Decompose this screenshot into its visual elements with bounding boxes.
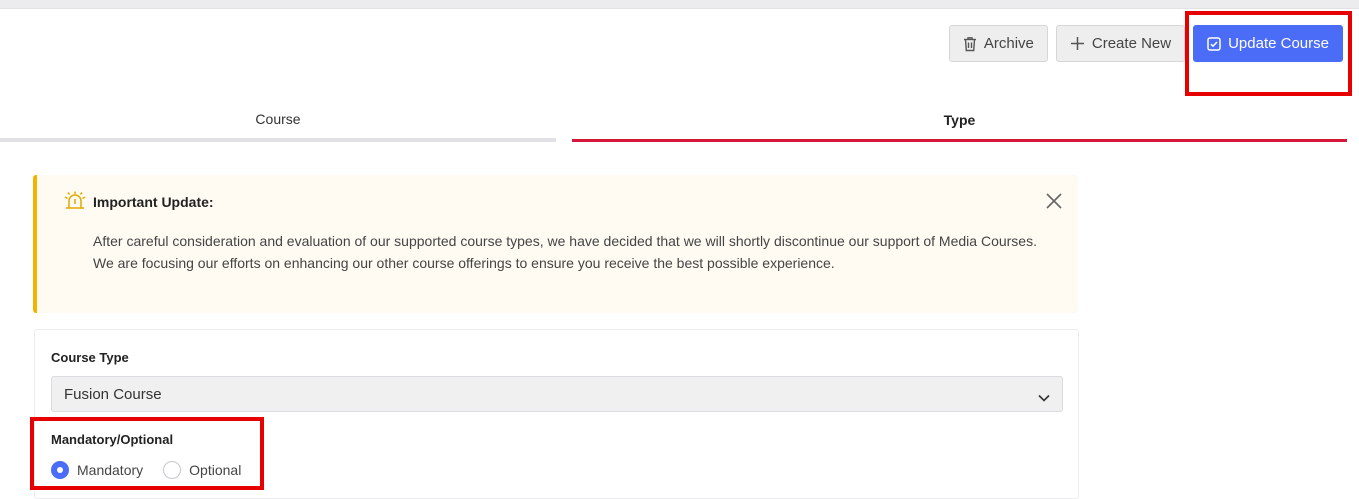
archive-button[interactable]: Archive xyxy=(948,25,1048,62)
archive-label: Archive xyxy=(983,35,1034,52)
tab-type-label: Type xyxy=(943,111,976,128)
update-course-button[interactable]: Update Course xyxy=(1193,25,1343,62)
radio-optional-indicator[interactable] xyxy=(163,461,182,479)
course-type-select[interactable]: Fusion Course xyxy=(51,376,1063,412)
create-new-button[interactable]: Create New xyxy=(1055,25,1186,62)
top-strip xyxy=(0,0,1359,9)
mandatory-optional-radio-group: Mandatory Optional xyxy=(51,461,241,479)
trash-icon xyxy=(963,36,977,52)
chevron-down-icon xyxy=(1038,389,1050,406)
radio-mandatory-indicator[interactable] xyxy=(51,461,69,479)
tab-bar: Course Type xyxy=(0,100,1359,144)
radio-mandatory-label: Mandatory xyxy=(77,462,144,478)
siren-icon xyxy=(63,191,87,216)
update-course-label: Update Course xyxy=(1228,35,1329,52)
toolbar: Archive Create New Update Course xyxy=(948,25,1343,62)
checkbox-check-icon xyxy=(1207,36,1221,51)
alert-title: Important Update: xyxy=(93,194,214,210)
alert-body-line-1: After careful consideration and evaluati… xyxy=(93,233,1037,249)
create-new-label: Create New xyxy=(1091,35,1172,52)
course-type-card: Course Type Fusion Course Mandatory/Opti… xyxy=(34,329,1079,499)
radio-optional[interactable]: Optional xyxy=(163,461,241,479)
mandatory-optional-label: Mandatory/Optional xyxy=(51,432,174,447)
radio-mandatory[interactable]: Mandatory xyxy=(51,461,143,479)
important-update-alert: Important Update: After careful consider… xyxy=(33,175,1078,313)
alert-body: After careful consideration and evaluati… xyxy=(93,230,1053,274)
course-type-value: Fusion Course xyxy=(64,385,162,403)
tab-course-label: Course xyxy=(255,111,301,127)
alert-body-line-2: We are focusing our efforts on enhancing… xyxy=(93,255,835,271)
course-type-label: Course Type xyxy=(51,350,129,365)
tab-course[interactable]: Course xyxy=(0,100,556,142)
tab-type[interactable]: Type xyxy=(572,100,1347,142)
radio-optional-label: Optional xyxy=(189,462,242,478)
close-icon[interactable] xyxy=(1046,193,1062,214)
plus-icon xyxy=(1070,36,1085,51)
